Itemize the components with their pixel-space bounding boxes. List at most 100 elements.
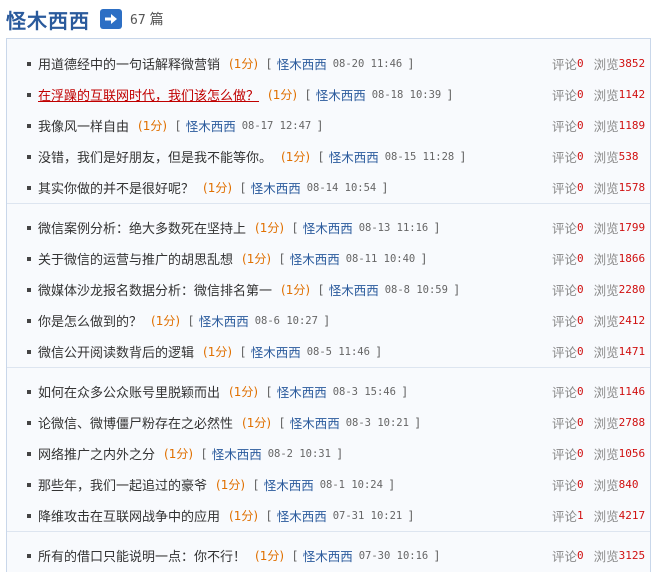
comments-count: 1: [577, 509, 584, 522]
bracket-open: [: [293, 220, 298, 235]
post-title-link[interactable]: 如何在众多公众账号里脱颖而出: [38, 382, 220, 401]
page-header: 怪木西西 67 篇: [6, 4, 164, 34]
post-title-link[interactable]: 微信案例分析：绝大多数死在坚持上: [38, 218, 246, 237]
post-author-link[interactable]: 怪木西西: [290, 249, 340, 268]
bullet-icon: [27, 420, 31, 425]
post-date: 08-20 11:46: [332, 57, 403, 70]
views-label: 浏览: [593, 221, 619, 236]
post-title-link[interactable]: 那些年，我们一起追过的豪爷: [38, 475, 207, 494]
post-stats: 评论 0 浏览 1471: [552, 336, 645, 367]
list-item: 微媒体沙龙报名数据分析：微信排名第一 (1分) [怪木西西 08-8 10:59] 评论…: [7, 274, 650, 305]
bracket-close: ]: [460, 149, 465, 164]
comments-label: 评论: [552, 549, 578, 564]
post-author-link[interactable]: 怪木西西: [277, 382, 327, 401]
post-author-link[interactable]: 怪木西西: [329, 147, 379, 166]
post-title-link[interactable]: 所有的借口只能说明一点：你不行！: [38, 546, 246, 565]
comments-label: 评论: [552, 416, 578, 431]
post-author-link[interactable]: 怪木西西: [212, 444, 262, 463]
views-count: 1866: [618, 252, 646, 265]
post-stats: 评论 0 浏览 2412: [552, 305, 645, 336]
post-stats: 评论 0 浏览 1142: [552, 79, 645, 110]
bracket-open: [: [293, 548, 298, 563]
comments-label: 评论: [552, 509, 578, 524]
post-score: (1分): [164, 447, 194, 461]
post-author-link[interactable]: 怪木西西: [329, 280, 379, 299]
views-label: 浏览: [593, 181, 619, 196]
post-title-link[interactable]: 其实你做的并不是很好呢？: [38, 178, 194, 197]
post-title-link[interactable]: 你是怎么做到的？: [38, 311, 142, 330]
post-title-link[interactable]: 关于微信的运营与推广的胡思乱想: [38, 249, 233, 268]
comments-label: 评论: [552, 314, 578, 329]
post-date: 08-18 10:39: [371, 88, 442, 101]
views-count: 538: [618, 150, 639, 163]
bracket-open: [: [189, 313, 194, 328]
post-author-link[interactable]: 怪木西西: [290, 413, 340, 432]
views-count: 2412: [618, 314, 646, 327]
views-label: 浏览: [593, 478, 619, 493]
comments-label: 评论: [552, 57, 578, 72]
bracket-open: [: [176, 118, 181, 133]
views-count: 1189: [618, 119, 646, 132]
post-group: 如何在众多公众账号里脱颖而出 (1分)[怪木西西 08-3 15:46] 评论 0 浏览 1…: [7, 367, 650, 531]
views-count: 1142: [618, 88, 646, 101]
comments-count: 0: [577, 283, 584, 296]
post-date: 08-8 10:59: [384, 283, 448, 296]
post-author-link[interactable]: 怪木西西: [186, 116, 236, 135]
post-count: 67 篇: [130, 9, 164, 29]
comments-count: 0: [577, 416, 584, 429]
post-group: 所有的借口只能说明一点：你不行！ (1分) [怪木西西 07-30 10:16] 评论 0…: [7, 531, 650, 571]
bracket-open: [: [241, 180, 246, 195]
views-label: 浏览: [593, 88, 619, 103]
post-author-link[interactable]: 怪木西西: [316, 85, 366, 104]
views-count: 4217: [618, 509, 646, 522]
post-author-link[interactable]: 怪木西西: [303, 218, 353, 237]
post-date: 08-6 10:27: [254, 314, 318, 327]
comments-count: 0: [577, 221, 584, 234]
post-stats: 评论 0 浏览 1146: [552, 376, 645, 407]
post-title-link[interactable]: 我像风一样自由: [38, 116, 129, 135]
bullet-icon: [27, 154, 31, 159]
post-score: (1分): [216, 478, 246, 492]
post-title-link[interactable]: 论微信、微博僵尸粉存在之必然性: [38, 413, 233, 432]
post-title-link[interactable]: 微信公开阅读数背后的逻辑: [38, 342, 194, 361]
post-title-link[interactable]: 用道德经中的一句话解释微营销: [38, 54, 220, 73]
post-title-link[interactable]: 微媒体沙龙报名数据分析：微信排名第一: [38, 280, 272, 299]
views-count: 1799: [618, 221, 646, 234]
bullet-icon: [27, 451, 31, 456]
list-item: 降维攻击在互联网战争中的应用 (1分) [怪木西西 07-31 10:21] 评论 1 浏览…: [7, 500, 650, 531]
post-author-link[interactable]: 怪木西西: [303, 546, 353, 565]
post-author-link[interactable]: 怪木西西: [264, 475, 314, 494]
comments-count: 0: [577, 57, 584, 70]
list-item: 微信案例分析：绝大多数死在坚持上 (1分) [怪木西西 08-13 11:16] 评论 0…: [7, 212, 650, 243]
comments-count: 0: [577, 150, 584, 163]
views-label: 浏览: [593, 57, 619, 72]
comments-count: 0: [577, 252, 584, 265]
list-item: 所有的借口只能说明一点：你不行！ (1分) [怪木西西 07-30 10:16] 评论 0…: [7, 540, 650, 571]
views-label: 浏览: [593, 150, 619, 165]
list-item: 在浮躁的互联网时代，我们该怎么做？ (1分) [怪木西西 08-18 10:39] 评论…: [7, 79, 650, 110]
bracket-open: [: [319, 282, 324, 297]
post-stats: 评论 0 浏览 1866: [552, 243, 645, 274]
list-item: 那些年，我们一起追过的豪爷 (1分) [怪木西西 08-1 10:24] 评论 0 浏览 84…: [7, 469, 650, 500]
views-label: 浏览: [593, 314, 619, 329]
bullet-icon: [27, 123, 31, 128]
post-title-link[interactable]: 在浮躁的互联网时代，我们该怎么做？: [38, 85, 259, 104]
post-title-link[interactable]: 网络推广之内外之分: [38, 444, 155, 463]
post-author-link[interactable]: 怪木西西: [277, 506, 327, 525]
comments-label: 评论: [552, 252, 578, 267]
post-stats: 评论 0 浏览 1799: [552, 212, 645, 243]
post-title-link[interactable]: 没错，我们是好朋友，但是我不能等你。: [38, 147, 272, 166]
bullet-icon: [27, 389, 31, 394]
post-author-link[interactable]: 怪木西西: [199, 311, 249, 330]
post-title-link[interactable]: 降维攻击在互联网战争中的应用: [38, 506, 220, 525]
bracket-close: ]: [434, 548, 439, 563]
post-author-link[interactable]: 怪木西西: [251, 178, 301, 197]
post-author-link[interactable]: 怪木西西: [277, 54, 327, 73]
views-label: 浏览: [593, 549, 619, 564]
post-stats: 评论 1 浏览 4217: [552, 500, 645, 531]
post-author-link[interactable]: 怪木西西: [251, 342, 301, 361]
arrow-right-icon[interactable]: [100, 9, 122, 29]
author-name[interactable]: 怪木西西: [6, 5, 90, 34]
bullet-icon: [27, 349, 31, 354]
post-list: 用道德经中的一句话解释微营销 (1分)[怪木西西 08-20 11:46] 评论 0 浏览…: [7, 48, 650, 571]
